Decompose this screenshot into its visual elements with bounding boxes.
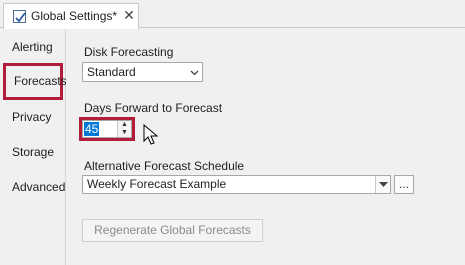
mouse-cursor-icon	[143, 124, 159, 145]
chevron-down-icon	[190, 70, 199, 76]
browse-schedule-button[interactable]: ...	[394, 175, 414, 194]
regenerate-global-forecasts-button[interactable]: Regenerate Global Forecasts	[82, 219, 263, 242]
days-forward-label: Days Forward to Forecast	[84, 101, 223, 115]
days-forward-input[interactable]: 45	[84, 122, 100, 136]
sidebar-item-alerting[interactable]: Alerting	[0, 32, 66, 62]
alt-schedule-label: Alternative Forecast Schedule	[84, 159, 245, 173]
sidebar-item-forecasts[interactable]: Forecasts	[3, 63, 67, 100]
alt-schedule-value: Weekly Forecast Example	[87, 177, 227, 191]
alt-schedule-dropdown[interactable]: Weekly Forecast Example	[82, 175, 391, 194]
disk-forecasting-dropdown[interactable]: Standard	[82, 62, 203, 82]
sidebar-item-storage[interactable]: Storage	[0, 137, 66, 167]
sidebar-item-advanced[interactable]: Advanced	[0, 172, 66, 202]
stepper-buttons: ▲ ▼	[117, 121, 131, 137]
settings-checkbox-icon	[13, 10, 26, 23]
decrement-icon[interactable]: ▼	[118, 129, 131, 137]
close-icon[interactable]: ✕	[122, 7, 136, 23]
increment-icon[interactable]: ▲	[118, 121, 131, 129]
disk-forecasting-label: Disk Forecasting	[84, 45, 174, 59]
alt-schedule-arrow[interactable]	[375, 176, 390, 193]
sidebar-item-privacy[interactable]: Privacy	[0, 102, 66, 132]
disk-forecasting-value: Standard	[87, 65, 136, 79]
caret-down-icon	[379, 182, 388, 187]
tab-global-settings[interactable]: Global Settings* ✕	[3, 3, 139, 29]
days-forward-stepper[interactable]: 45 ▲ ▼	[82, 120, 132, 138]
tab-title: Global Settings*	[31, 9, 118, 23]
